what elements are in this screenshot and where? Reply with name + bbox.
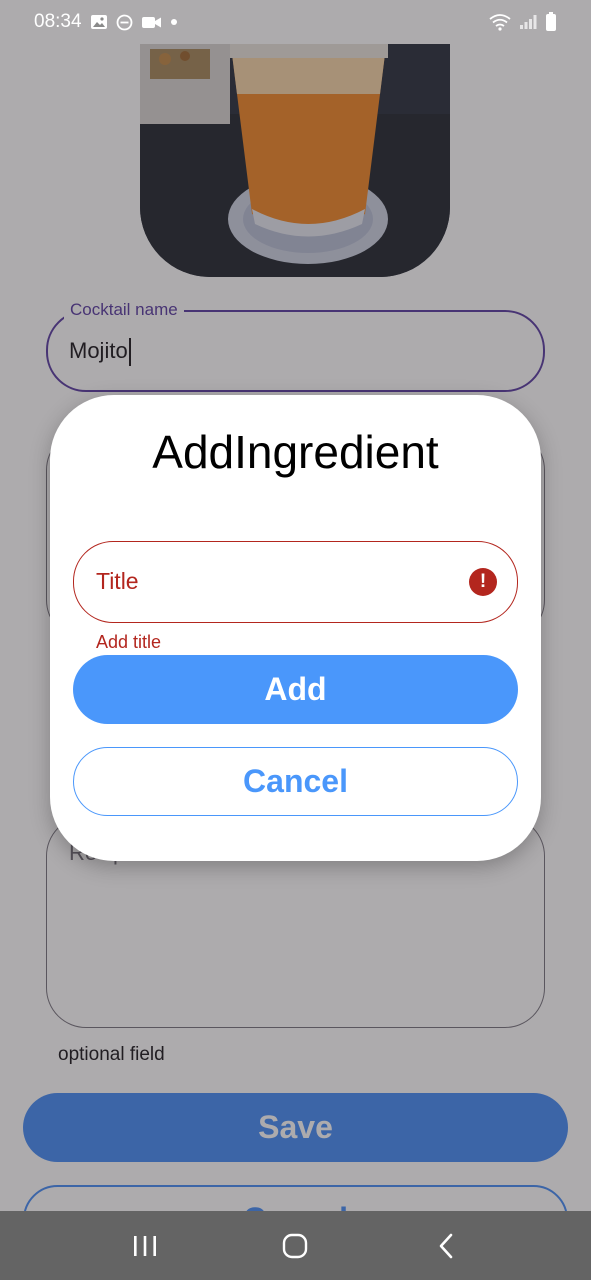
- dot-icon: [170, 18, 178, 26]
- title-input[interactable]: [73, 541, 518, 623]
- recents-icon[interactable]: [115, 1216, 175, 1276]
- error-icon: !: [469, 568, 497, 596]
- title-input-placeholder: Title: [96, 568, 139, 594]
- wifi-icon: [489, 13, 511, 31]
- navigation-bar: [0, 1211, 591, 1280]
- battery-icon: [545, 12, 557, 32]
- image-icon: [90, 14, 108, 30]
- home-icon[interactable]: [265, 1216, 325, 1276]
- status-bar: 08:34: [0, 0, 591, 44]
- dnd-icon: [116, 14, 133, 31]
- add-ingredient-dialog: AddIngredient Title ! Add title Add Canc…: [50, 395, 541, 861]
- video-icon: [141, 15, 162, 30]
- add-button[interactable]: Add: [73, 655, 518, 724]
- cancel-button[interactable]: Cancel: [73, 747, 518, 816]
- signal-icon: [519, 14, 537, 30]
- dialog-title: AddIngredient: [152, 426, 439, 478]
- title-error-text: Add title: [96, 632, 162, 652]
- back-icon[interactable]: [416, 1216, 476, 1276]
- status-time: 08:34: [34, 11, 82, 32]
